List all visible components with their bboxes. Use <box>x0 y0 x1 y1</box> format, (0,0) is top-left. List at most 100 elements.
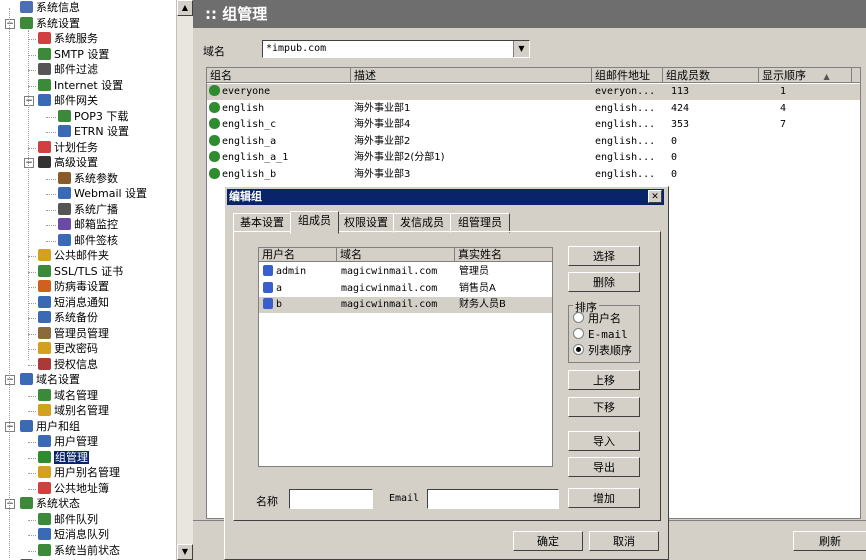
tree-item[interactable]: 系统服务 <box>38 31 98 46</box>
collapse-toggle-icon[interactable]: − <box>5 19 15 29</box>
table-row[interactable]: english_c 海外事业部4 english... 353 7 <box>207 117 860 133</box>
tree-item[interactable]: SMTP 设置 <box>38 47 109 62</box>
tree-scrollbar[interactable]: ▲ ▼ <box>176 0 193 560</box>
tree-item[interactable]: 高级设置 <box>38 155 98 170</box>
tree-item[interactable]: 防病毒设置 <box>38 279 109 294</box>
tree-item[interactable]: 系统信息 <box>20 0 80 15</box>
column-header-domain[interactable]: 域名 <box>337 248 455 262</box>
tree-item[interactable]: 用户和组 <box>20 419 80 434</box>
table-row[interactable]: english_a 海外事业部2 english... 0 <box>207 134 860 150</box>
collapse-toggle-icon[interactable]: − <box>5 422 15 432</box>
table-row[interactable]: english 海外事业部1 english... 424 4 <box>207 101 860 117</box>
refresh-button[interactable]: 刷新 <box>793 531 866 551</box>
tab-group-members[interactable]: 组成员 <box>290 211 339 234</box>
user-icon <box>38 435 51 447</box>
tree-item[interactable]: 系统备份 <box>38 310 98 325</box>
tree-item[interactable]: 短消息通知 <box>38 295 109 310</box>
radio-selected-icon <box>573 344 584 355</box>
tree-item[interactable]: 管理员管理 <box>38 326 109 341</box>
table-row[interactable]: english_b 海外事业部3 english... 0 <box>207 167 860 183</box>
tree-item[interactable]: 邮件队列 <box>38 512 98 527</box>
select-button[interactable]: 选择 <box>568 246 640 266</box>
export-button[interactable]: 导出 <box>568 457 640 477</box>
tree-item[interactable]: 系统广播 <box>58 202 118 217</box>
tree-item[interactable]: 系统当前状态 <box>38 543 120 558</box>
column-header-member-count[interactable]: 组成员数 <box>663 68 759 83</box>
chevron-down-icon[interactable]: ▼ <box>513 41 529 57</box>
column-header-filler <box>852 68 860 83</box>
move-up-button[interactable]: 上移 <box>568 370 640 390</box>
tree-connector <box>28 473 36 474</box>
tree-item[interactable]: Internet 设置 <box>38 78 123 93</box>
tree-connector <box>28 535 36 536</box>
delete-button[interactable]: 删除 <box>568 272 640 292</box>
column-header-description[interactable]: 描述 <box>351 68 592 83</box>
tab-permissions[interactable]: 权限设置 <box>338 213 394 233</box>
tab-sending-members[interactable]: 发信成员 <box>393 213 451 233</box>
tree-item[interactable]: 用户别名管理 <box>38 465 120 480</box>
collapse-toggle-icon[interactable]: − <box>24 158 34 168</box>
name-input[interactable] <box>289 489 373 509</box>
tree-item[interactable]: 更改密码 <box>38 341 98 356</box>
tree-connector <box>28 70 36 71</box>
tree-item[interactable]: 用户管理 <box>38 434 98 449</box>
list-item[interactable]: admin magicwinmail.com 管理员 <box>259 264 552 280</box>
tree-item[interactable]: 公共地址簿 <box>38 481 109 496</box>
group-icon <box>209 167 220 179</box>
table-row[interactable]: everyone everyon... 113 1 <box>207 84 860 100</box>
tree-connector <box>28 396 36 397</box>
tree-item[interactable]: 域名管理 <box>38 388 98 403</box>
list-item[interactable]: a magicwinmail.com 销售员A <box>259 281 552 297</box>
member-username: admin <box>263 264 306 280</box>
scroll-down-arrow-icon[interactable]: ▼ <box>177 544 193 560</box>
sort-by-list-order-radio[interactable]: 列表顺序 <box>573 344 632 358</box>
dialog-title-bar[interactable]: 编辑组 ✕ <box>227 189 664 205</box>
sort-by-username-radio[interactable]: 用户名 <box>573 312 621 326</box>
pop3-icon <box>58 110 71 122</box>
tree-item[interactable]: ETRN 设置 <box>58 124 129 139</box>
column-header-display-order[interactable]: 显示顺序 ▲ <box>759 68 852 83</box>
collapse-toggle-icon[interactable]: − <box>5 499 15 509</box>
column-header-group-email[interactable]: 组邮件地址 <box>592 68 663 83</box>
tree-item[interactable]: 授权信息 <box>38 357 98 372</box>
scroll-up-arrow-icon[interactable]: ▲ <box>177 0 193 16</box>
column-header-real-name[interactable]: 真实姓名 <box>455 248 552 262</box>
tree-item[interactable]: SSL/TLS 证书 <box>38 264 123 279</box>
tab-basic-settings[interactable]: 基本设置 <box>233 213 291 233</box>
tree-item[interactable]: POP3 下载 <box>58 109 128 124</box>
domain-manage-icon <box>38 389 51 401</box>
column-header-group-name[interactable]: 组名 <box>207 68 351 83</box>
tree-item[interactable]: 邮件网关 <box>38 93 98 108</box>
tree-item[interactable]: 计划任务 <box>38 140 98 155</box>
close-icon[interactable]: ✕ <box>648 190 662 203</box>
sort-by-email-radio[interactable]: E-mail <box>573 328 628 342</box>
tree-item[interactable]: 邮件过滤 <box>38 62 98 77</box>
tree-item[interactable]: 组管理 <box>38 450 89 465</box>
sms-queue-icon <box>38 528 51 540</box>
tree-item[interactable]: 系统状态 <box>20 496 80 511</box>
domain-select[interactable]: *impub.com ▼ <box>262 40 530 58</box>
table-row[interactable]: english_a_1 海外事业部2(分部1) english... 0 <box>207 150 860 166</box>
tree-item[interactable]: 系统参数 <box>58 171 118 186</box>
add-button[interactable]: 增加 <box>568 488 640 508</box>
column-header-username[interactable]: 用户名 <box>259 248 337 262</box>
tree-item[interactable]: 域名设置 <box>20 372 80 387</box>
tree-item[interactable]: 系统设置 <box>20 16 80 31</box>
tree-item-label: Webmail 设置 <box>74 187 148 200</box>
import-button[interactable]: 导入 <box>568 431 640 451</box>
ok-button[interactable]: 确定 <box>513 531 583 551</box>
tree-item[interactable]: 公共邮件夹 <box>38 248 109 263</box>
tree-item[interactable]: 域别名管理 <box>38 403 109 418</box>
tab-group-admins[interactable]: 组管理员 <box>450 213 510 233</box>
list-item[interactable]: b magicwinmail.com 财务人员B <box>259 297 552 313</box>
cancel-button[interactable]: 取消 <box>589 531 659 551</box>
tree-item[interactable]: 邮件签核 <box>58 233 118 248</box>
tree-item[interactable]: 邮箱监控 <box>58 217 118 232</box>
email-input[interactable] <box>427 489 559 509</box>
collapse-toggle-icon[interactable]: − <box>5 375 15 385</box>
monitor-icon <box>58 218 71 230</box>
move-down-button[interactable]: 下移 <box>568 397 640 417</box>
collapse-toggle-icon[interactable]: − <box>24 96 34 106</box>
tree-item[interactable]: 短消息队列 <box>38 527 109 542</box>
tree-item[interactable]: Webmail 设置 <box>58 186 147 201</box>
